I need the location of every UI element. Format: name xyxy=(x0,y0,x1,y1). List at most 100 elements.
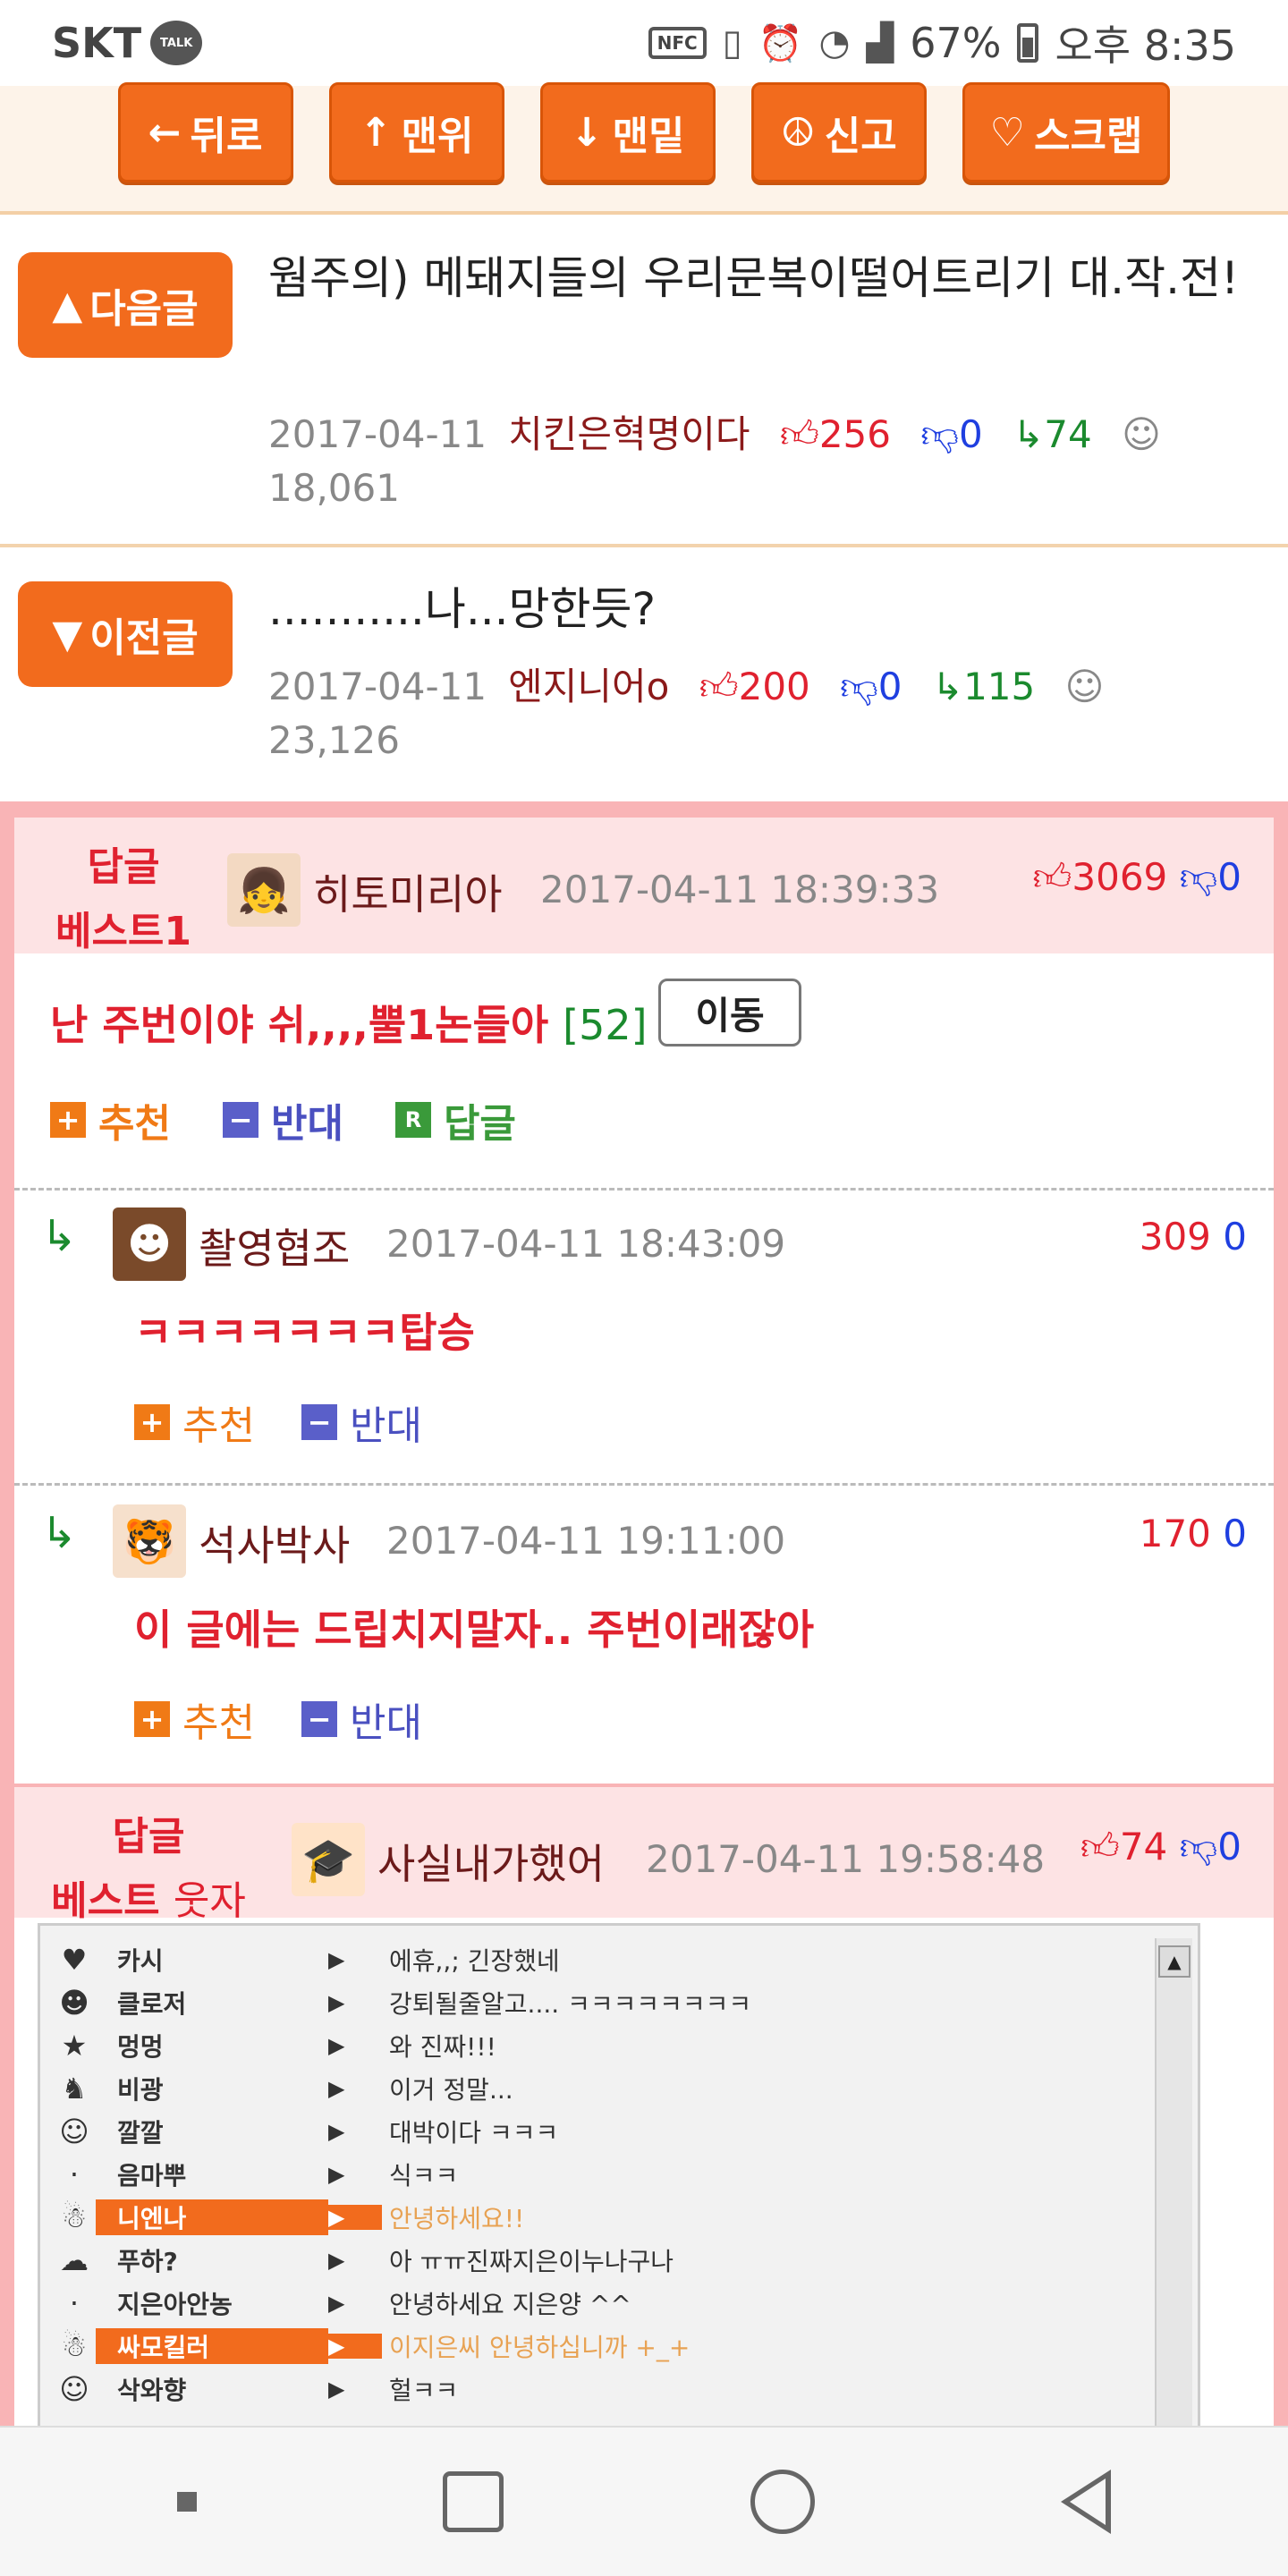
nav-dot-icon[interactable] xyxy=(176,2492,197,2512)
up-count: 256 xyxy=(818,412,891,456)
scroll-up-icon: ▲ xyxy=(1158,1945,1191,1978)
comment-nick[interactable]: 사실내가했어 xyxy=(377,1832,605,1891)
chat-avatar-icon: ♥ xyxy=(61,1943,88,1977)
comment-nick[interactable]: 히토미리아 xyxy=(313,862,503,921)
minus-icon[interactable]: − xyxy=(222,1102,258,1138)
best-funny-header: 답글 베스트 웃자 🎓 사실내가했어 2017-04-11 19:58:48 👍… xyxy=(14,1784,1274,1924)
thumbs-down-icon: 👎︎ xyxy=(1179,855,1218,899)
comment-votes: 👍︎3069 👎︎0 xyxy=(1032,855,1241,901)
recommend-link[interactable]: 추천 xyxy=(98,1091,171,1148)
recommend-link[interactable]: 추천 xyxy=(182,1394,255,1451)
top-label: 맨위 xyxy=(401,114,474,159)
prev-article-button[interactable]: ▼ 이전글 xyxy=(18,581,233,687)
recent-apps-button[interactable] xyxy=(443,2471,504,2532)
back-button[interactable]: ← 뒤로 xyxy=(117,82,293,182)
next-article-meta: 2017-04-11 치킨은혁명이다 👍︎256 👎︎0 ↳74 ☺ 18,061 xyxy=(268,408,1252,515)
comment-text: 난 주번이야 쉬,,,,뿔1논들아 [52] xyxy=(50,993,648,1052)
down-count: 0 xyxy=(877,665,902,708)
chat-user-name: 카시 xyxy=(117,1946,164,1976)
oppose-link[interactable]: 반대 xyxy=(350,1394,422,1451)
avatar[interactable]: 🎓 xyxy=(292,1823,365,1896)
chat-screenshot-image[interactable]: ♥ 카시 ▶ 에휴,,; 긴장했네 ☻ 클로저 ▶ 강퇴될줄알고.... ㅋㅋㅋㅋㅋㅋㅋㅋ ★ 멍… xyxy=(38,1923,1200,2426)
chat-user-list: ♥ 카시 ▶ 에휴,,; 긴장했네 ☻ 클로저 ▶ 강퇴될줄알고.... ㅋㅋㅋㅋㅋㅋㅋㅋ ★ 멍… xyxy=(53,1938,1162,2411)
back-nav-button[interactable] xyxy=(1061,2470,1112,2534)
article-author[interactable]: 엔지니어o xyxy=(508,665,669,708)
chat-row: ☻ 클로저 ▶ 강퇴될줄알고.... ㅋㅋㅋㅋㅋㅋㅋㅋ xyxy=(53,1981,1162,2024)
best-comments-section: 답글 베스트1 👧 히토미리아 2017-04-11 18:39:33 👍︎30… xyxy=(0,801,1288,2426)
view-count: 18,061 xyxy=(268,466,400,510)
oppose-link[interactable]: 반대 xyxy=(350,1690,422,1748)
next-article-title[interactable]: 웜주의) 메돼지들의 우리문복이떨어트리기 대.작.전! xyxy=(268,249,1267,308)
triangle-down-icon: ▼ xyxy=(52,611,83,657)
play-arrow-icon: ▶ xyxy=(328,2377,345,2402)
arrow-up-icon: ↑ xyxy=(359,109,393,156)
up-count: 74 xyxy=(1119,1825,1168,1868)
status-right: NFC ▯ ⏰ ◔ ▟ 67% 오후 8:35 xyxy=(648,13,1236,72)
arrow-down-icon: ↓ xyxy=(570,109,604,156)
comment-nick[interactable]: 촬영협조 xyxy=(199,1216,350,1275)
report-button[interactable]: ☮ 신고 xyxy=(750,82,927,182)
up-count: 3069 xyxy=(1072,855,1168,899)
oppose-link[interactable]: 반대 xyxy=(271,1091,343,1148)
play-arrow-icon: ▶ xyxy=(328,2291,345,2316)
down-count: 0 xyxy=(1217,1825,1241,1868)
minus-icon[interactable]: − xyxy=(301,1701,337,1737)
best-funny-label: 답글 베스트 웃자 xyxy=(41,1805,256,1934)
up-count: 170 xyxy=(1139,1512,1211,1555)
signal-icon: ▟ xyxy=(866,22,894,64)
chat-row: ♞ 비광 ▶ 이거 정말... xyxy=(53,2067,1162,2110)
play-arrow-icon: ▶ xyxy=(328,2162,345,2187)
triangle-up-icon: ▲ xyxy=(52,282,83,328)
scroll-bottom-button[interactable]: ↓ 맨밑 xyxy=(539,82,716,182)
avatar[interactable]: 👧 xyxy=(227,853,301,927)
chat-avatar-icon: ☺ xyxy=(59,2372,89,2406)
chat-avatar-icon: ☺ xyxy=(59,2114,89,2148)
home-button[interactable] xyxy=(750,2470,815,2534)
battery-icon xyxy=(1017,23,1039,63)
comment-text: 이 글에는 드립치지말자.. 주번이래잖아 xyxy=(134,1606,815,1654)
plus-icon[interactable]: + xyxy=(50,1102,86,1138)
next-article-button[interactable]: ▲ 다음글 xyxy=(18,252,233,358)
minus-icon[interactable]: − xyxy=(301,1404,337,1440)
best1-header: 답글 베스트1 👧 히토미리아 2017-04-11 18:39:33 👍︎30… xyxy=(14,818,1274,954)
recommend-link[interactable]: 추천 xyxy=(182,1690,255,1748)
reply-link[interactable]: 답글 xyxy=(444,1091,516,1148)
chat-message: 와 진짜!!! xyxy=(389,2032,496,2062)
chat-user-name: 클로저 xyxy=(117,1989,187,2019)
reply-count: 115 xyxy=(963,665,1036,708)
comment-votes: 👍︎74 👎︎0 xyxy=(1080,1825,1241,1870)
plus-icon[interactable]: + xyxy=(134,1404,170,1440)
move-button[interactable]: 이동 xyxy=(658,979,801,1046)
plus-icon[interactable]: + xyxy=(134,1701,170,1737)
chat-row: ☺ 삭와향 ▶ 헐ㅋㅋ xyxy=(53,2368,1162,2411)
funny-label: 웃자 xyxy=(173,1878,246,1924)
carrier-label: SKT xyxy=(52,19,142,67)
chat-avatar-icon: · xyxy=(69,2286,80,2320)
chat-row: · 지은아안농 ▶ 안녕하세요 지은양 ^^ xyxy=(53,2282,1162,2325)
scrap-button[interactable]: ♡ 스크랩 xyxy=(962,82,1171,182)
prev-article-button-label: 이전글 xyxy=(89,615,199,661)
chat-row: ★ 멍멍 ▶ 와 진짜!!! xyxy=(53,2024,1162,2067)
scrap-label: 스크랩 xyxy=(1034,114,1143,159)
article-author[interactable]: 치킨은혁명이다 xyxy=(508,412,750,456)
down-count: 0 xyxy=(1223,1512,1247,1555)
prev-article-row: ▼ 이전글 ...........나...망한듯? 2017-04-11 엔지니어o… xyxy=(0,547,1288,801)
comment-date: 2017-04-11 18:43:09 xyxy=(386,1222,786,1266)
avatar[interactable]: 🐯 xyxy=(113,1504,186,1578)
thumbs-up-icon: 👍︎ xyxy=(1080,1825,1120,1868)
comment-body: 난 주번이야 쉬,,,,뿔1논들아 xyxy=(50,1001,549,1049)
comment-nick[interactable]: 석사박사 xyxy=(199,1513,350,1572)
scroll-top-button[interactable]: ↑ 맨위 xyxy=(328,82,504,182)
reply-count: [52] xyxy=(563,1001,648,1049)
comments-box: 답글 베스트1 👧 히토미리아 2017-04-11 18:39:33 👍︎30… xyxy=(14,818,1274,2426)
play-arrow-icon: ▶ xyxy=(328,1990,345,2015)
prev-article-title[interactable]: ...........나...망한듯? xyxy=(268,580,1267,639)
prev-article-meta: 2017-04-11 엔지니어o 👍︎200 👎︎0 ↳115 ☺ 23,126 xyxy=(268,660,1252,767)
comment-votes: 309 0 xyxy=(1140,1215,1247,1258)
heart-icon: ♡ xyxy=(989,109,1025,156)
post-nav-bar: ← 뒤로 ↑ 맨위 ↓ 맨밑 ☮ 신고 ♡ 스크랩 xyxy=(0,82,1288,215)
thumbs-down-icon: 👎︎ xyxy=(1179,1825,1218,1868)
avatar[interactable]: ☻ xyxy=(113,1208,186,1281)
reply-r-icon[interactable]: R xyxy=(394,1102,431,1138)
reply-arrow-icon: ↳ xyxy=(41,1211,78,1261)
